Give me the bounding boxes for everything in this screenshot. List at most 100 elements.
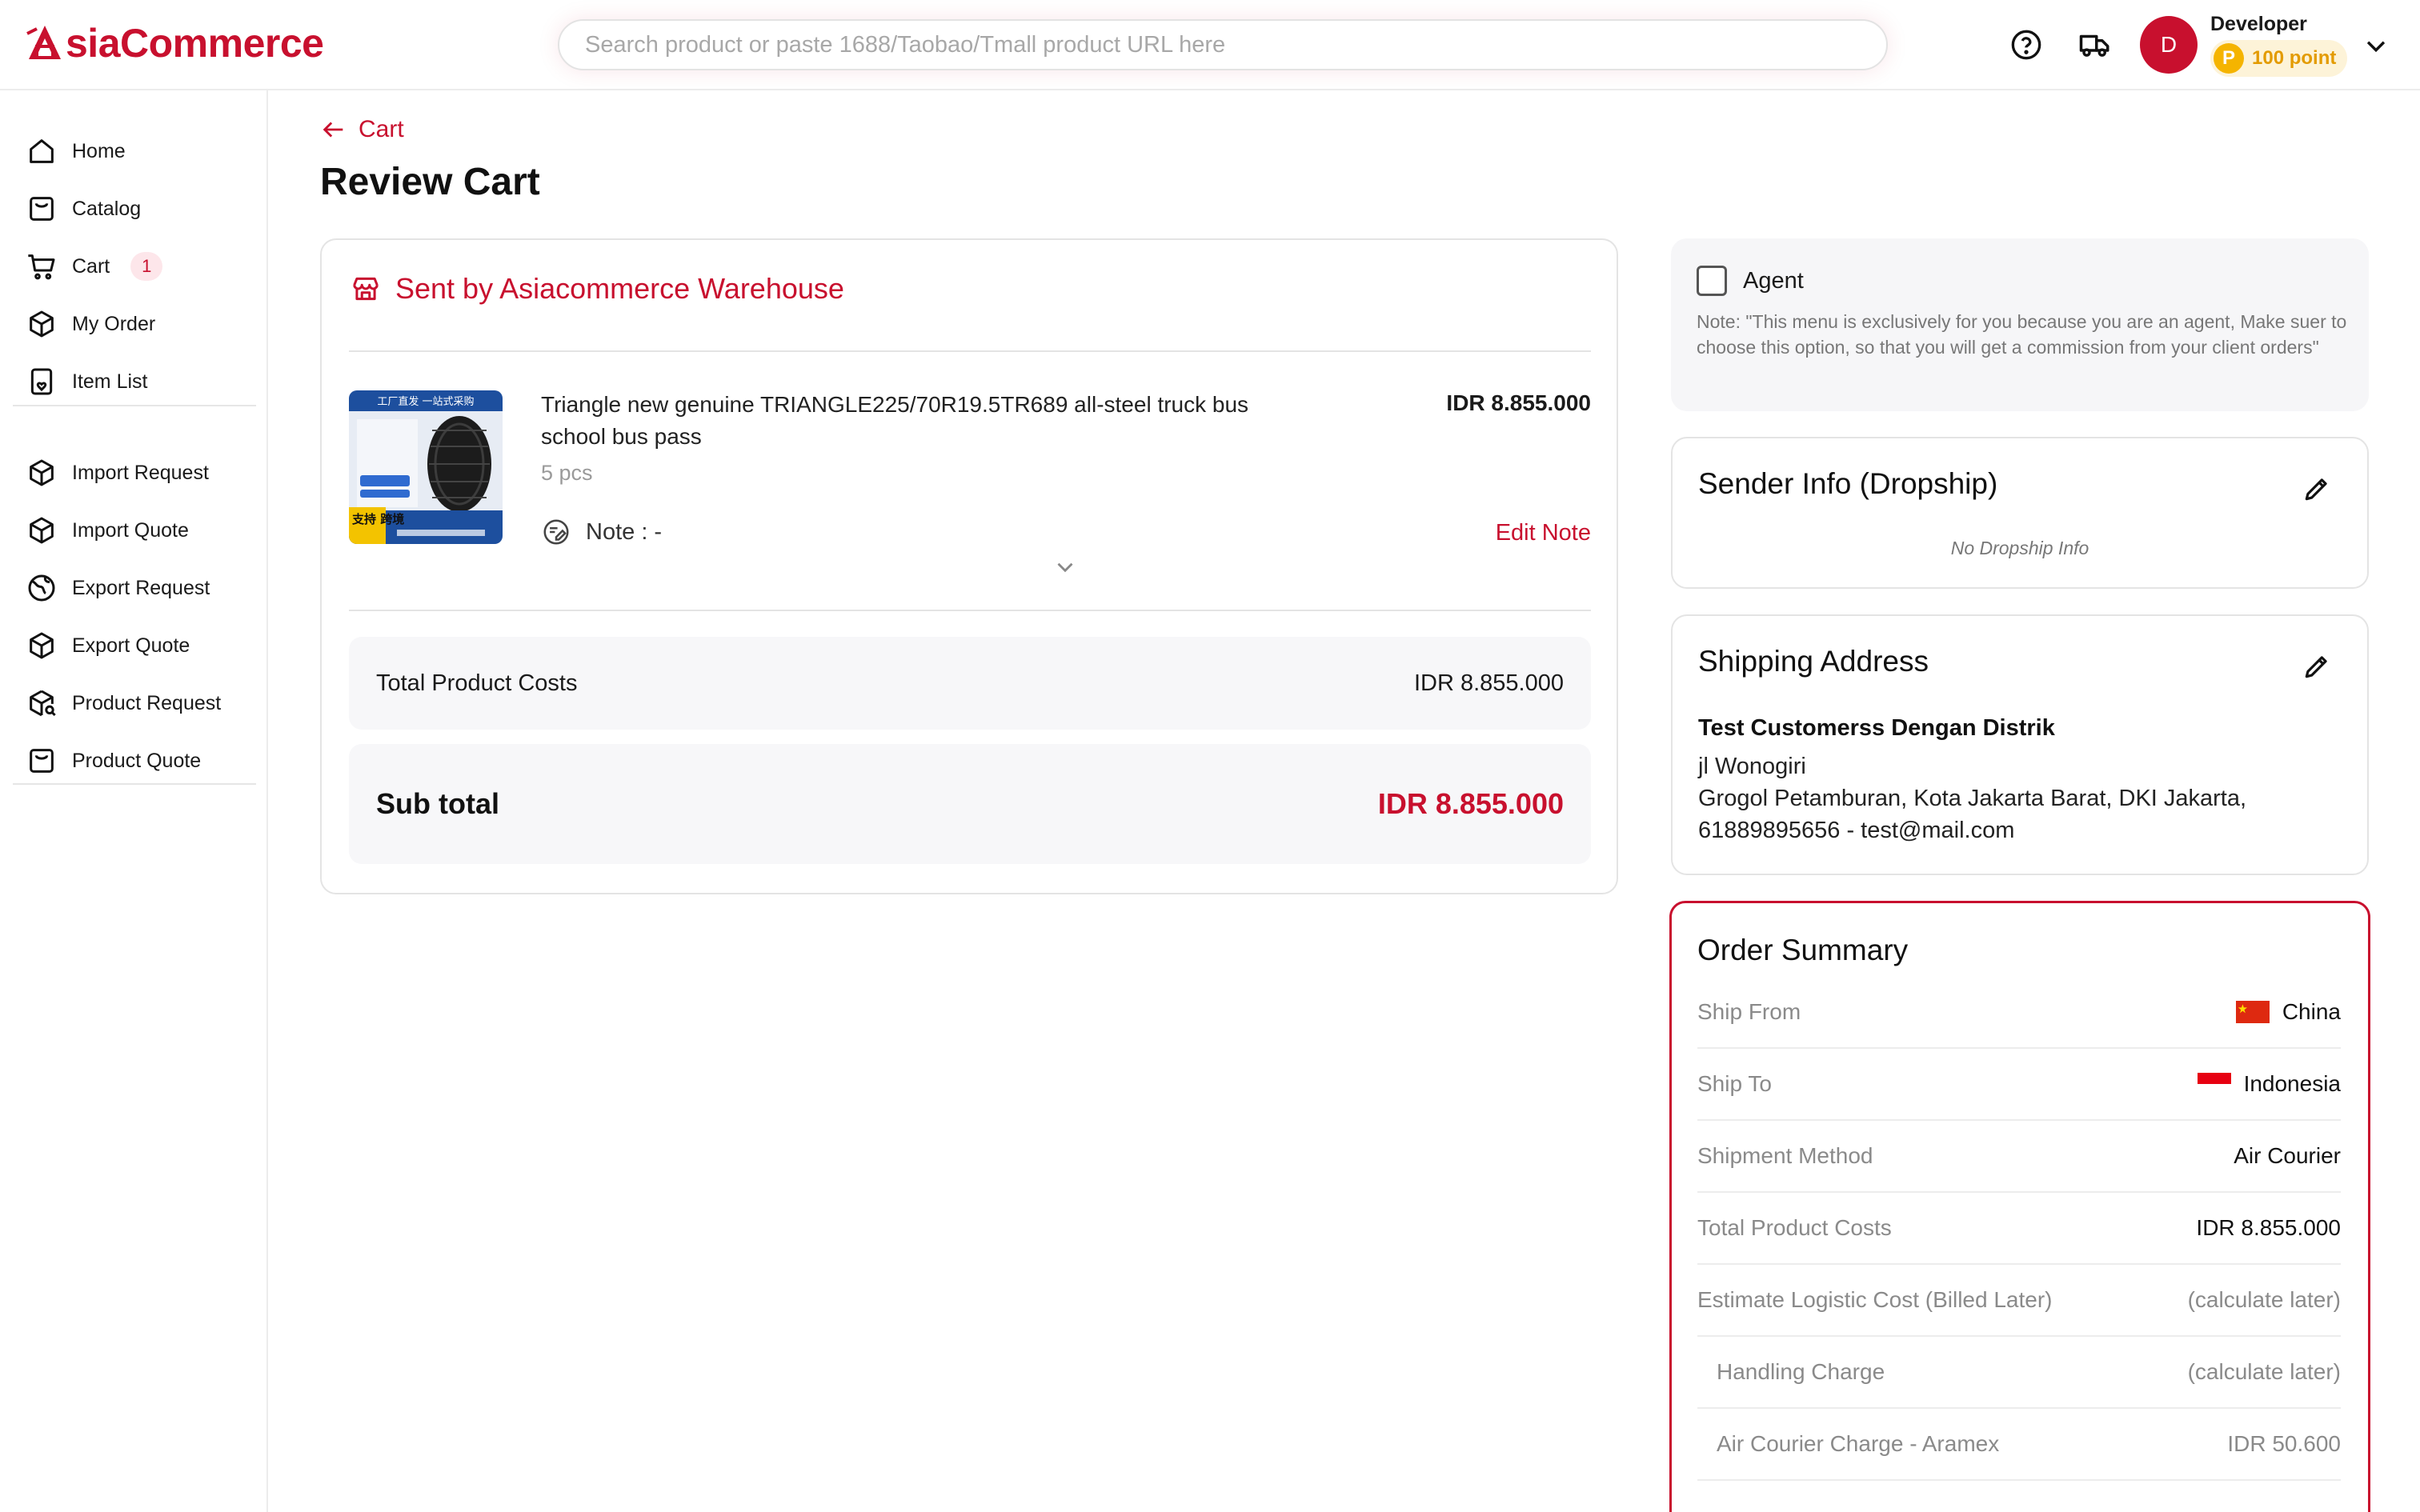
cart-count-badge: 1 <box>130 252 163 281</box>
summary-value: China <box>2235 999 2341 1025</box>
sidebar-item-label: Export Request <box>72 576 210 599</box>
box-icon <box>30 459 54 486</box>
order-summary-card: Order Summary Ship From China Ship To In… <box>1669 901 2370 1512</box>
subtotal-label: Sub total <box>376 787 499 820</box>
shipping-address-card: Shipping Address Test Customerss Dengan … <box>1671 614 2369 875</box>
divider <box>349 350 1591 352</box>
product-title[interactable]: Triangle new genuine TRIANGLE225/70R19.5… <box>541 389 1261 453</box>
summary-row-air-courier-charge: Air Courier Charge - Aramex IDR 50.600 <box>1697 1409 2341 1481</box>
summary-row-logistic-cost: Estimate Logistic Cost (Billed Later) (c… <box>1697 1265 2341 1337</box>
sidebar-item-item-list[interactable]: Item List <box>26 359 147 404</box>
note-text: Note : - <box>586 518 663 545</box>
no-dropship-info: No Dropship Info <box>1950 538 2089 558</box>
agent-option-box: Agent Note: "This menu is exclusively fo… <box>1671 238 2369 411</box>
logo[interactable]: siaCommerce <box>26 21 324 66</box>
product-image[interactable]: 工厂直发 一站式采购 支持 跨境 <box>349 390 503 544</box>
summary-row-handling-charge: Handling Charge (calculate later) <box>1697 1337 2341 1409</box>
sidebar-item-home[interactable]: Home <box>26 129 126 174</box>
cart-icon <box>28 254 55 280</box>
summary-value: Air Courier <box>2234 1143 2341 1168</box>
summary-label: Total Product Costs <box>1697 1215 1892 1240</box>
sidebar-item-label: Home <box>72 139 126 162</box>
edit-note-button[interactable]: Edit Note <box>1496 520 1591 546</box>
address-line-3: 61889895656 - test@mail.com <box>1698 818 2015 843</box>
chevron-down-icon[interactable] <box>1052 554 1079 581</box>
sender-info-card: Sender Info (Dropship) No Dropship Info <box>1671 437 2369 589</box>
subtotal-value: IDR 8.855.000 <box>1377 787 1564 820</box>
sidebar-item-label: Catalog <box>72 197 142 220</box>
box-icon <box>30 517 54 544</box>
box-icon <box>30 632 54 659</box>
sidebar-item-label: Product Request <box>72 691 222 714</box>
sidebar-divider <box>13 783 256 785</box>
product-note: Note : - <box>541 517 662 547</box>
sidebar: Home Catalog Cart 1 My Order Item List I… <box>0 90 268 1512</box>
store-icon <box>353 277 379 301</box>
search-input[interactable] <box>585 31 1861 58</box>
catalog-icon <box>30 749 54 773</box>
sidebar-item-my-order[interactable]: My Order <box>26 302 155 346</box>
search-bar[interactable] <box>558 19 1888 70</box>
sidebar-item-cart[interactable]: Cart 1 <box>26 244 163 289</box>
summary-label: Estimate Logistic Cost (Billed Later) <box>1697 1287 2053 1312</box>
points-label: 100 point <box>2252 47 2337 69</box>
summary-value: (calculate later) <box>2187 1359 2341 1384</box>
back-to-cart-link[interactable]: Cart <box>320 116 404 143</box>
shipping-address-title: Shipping Address <box>1698 645 1929 678</box>
agent-checkbox[interactable] <box>1697 266 1727 296</box>
avatar[interactable]: D <box>2140 16 2198 74</box>
summary-label: Handling Charge <box>1717 1359 1885 1384</box>
image-side-text: 支持 跨境 <box>351 512 404 526</box>
pencil-icon[interactable] <box>2302 651 2332 682</box>
sidebar-item-import-request[interactable]: Import Request <box>26 450 209 495</box>
chevron-down-icon[interactable] <box>2362 32 2390 59</box>
cart-group-card: Sent by Asiacommerce Warehouse 工厂直发 一站式采… <box>320 238 1618 894</box>
summary-value: IDR 50.600 <box>2227 1431 2341 1456</box>
top-header: siaCommerce D Developer P 100 point <box>0 0 2420 90</box>
ship-to-value: Indonesia <box>2243 1071 2341 1096</box>
summary-row-shipment-method: Shipment Method Air Courier <box>1697 1121 2341 1193</box>
box-search-icon <box>30 690 56 717</box>
subtotal-row: Sub total IDR 8.855.000 <box>349 744 1591 864</box>
warehouse-heading: Sent by Asiacommerce Warehouse <box>351 272 844 306</box>
summary-row-ship-to: Ship To Indonesia <box>1697 1049 2341 1121</box>
sidebar-item-product-quote[interactable]: Product Quote <box>26 738 201 783</box>
sidebar-item-import-quote[interactable]: Import Quote <box>26 508 189 553</box>
agent-checkbox-row[interactable]: Agent <box>1697 266 1804 296</box>
total-product-costs-label: Total Product Costs <box>376 670 578 696</box>
tire-product-icon: 工厂直发 一站式采购 支持 跨境 <box>349 390 503 544</box>
sidebar-item-export-quote[interactable]: Export Quote <box>26 623 190 668</box>
address-line-1: jl Wonogiri <box>1698 754 1806 779</box>
pencil-icon[interactable] <box>2302 474 2332 504</box>
summary-label: Ship To <box>1697 1071 1772 1096</box>
item-list-icon <box>30 368 53 395</box>
sender-info-title: Sender Info (Dropship) <box>1698 467 1998 500</box>
logo-mark-icon <box>26 26 61 59</box>
home-icon <box>30 139 54 163</box>
box-icon <box>30 310 54 338</box>
product-quantity: 5 pcs <box>541 461 593 485</box>
logo-text: siaCommerce <box>66 21 324 66</box>
sidebar-item-label: My Order <box>72 312 156 335</box>
sidebar-item-catalog[interactable]: Catalog <box>26 186 141 231</box>
sidebar-divider <box>13 405 256 406</box>
sidebar-item-export-request[interactable]: Export Request <box>26 566 210 610</box>
points-coin-icon: P <box>2214 43 2244 74</box>
sidebar-item-label: Import Quote <box>72 518 189 542</box>
warehouse-label: Sent by Asiacommerce Warehouse <box>395 272 844 305</box>
note-icon <box>543 519 569 545</box>
help-circle-icon[interactable] <box>2007 26 2045 64</box>
points-badge: P 100 point <box>2210 40 2348 77</box>
summary-label: Shipment Method <box>1697 1143 1873 1168</box>
total-product-costs-row: Total Product Costs IDR 8.855.000 <box>349 637 1591 730</box>
arrow-left-icon <box>323 122 343 138</box>
sidebar-item-product-request[interactable]: Product Request <box>26 681 221 726</box>
delivery-truck-icon[interactable] <box>2076 26 2114 64</box>
summary-value: Indonesia <box>2197 1071 2341 1097</box>
product-price: IDR 8.855.000 <box>1446 390 1591 415</box>
ship-from-value: China <box>2282 999 2341 1024</box>
image-banner-text: 工厂直发 一站式采购 <box>377 395 474 408</box>
user-name: Developer <box>2210 13 2307 35</box>
agent-note: Note: "This menu is exclusively for you … <box>1697 311 2347 358</box>
total-product-costs-value: IDR 8.855.000 <box>1413 670 1564 696</box>
